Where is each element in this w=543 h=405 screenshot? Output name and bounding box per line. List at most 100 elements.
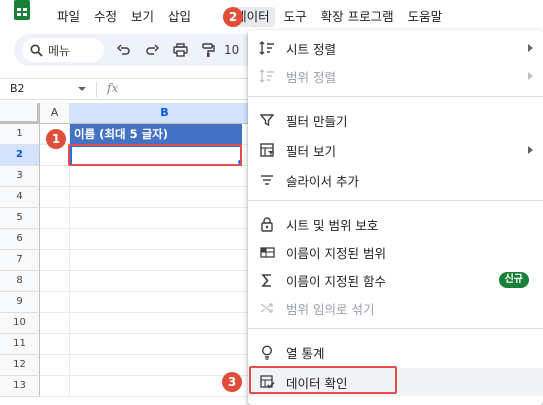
redo-icon[interactable]	[140, 38, 164, 62]
sheets-logo-icon[interactable]	[14, 0, 30, 20]
annotation-highlight-data-validation	[249, 366, 397, 394]
filter-view-icon	[258, 141, 276, 159]
menu-divider	[248, 200, 543, 201]
slicer-icon	[258, 171, 276, 189]
table-row	[40, 229, 260, 250]
table-row	[40, 250, 260, 271]
menu-item-label: 이름이 지정된 함수	[286, 273, 386, 289]
menu-item-label: 슬라이서 추가	[286, 173, 359, 189]
menu-file[interactable]: 파일	[52, 7, 85, 27]
menu-item-label: 범위 정렬	[286, 69, 336, 85]
cell[interactable]	[40, 229, 70, 250]
menu-item-label: 필터 만들기	[286, 113, 348, 129]
step-badge-3: 3	[222, 372, 242, 392]
menu-item-protect-sheets[interactable]: 시트 및 범위 보호	[248, 210, 543, 238]
cell[interactable]	[40, 187, 70, 208]
search-icon	[30, 43, 43, 57]
row-header[interactable]: 2	[0, 145, 40, 166]
menu-item-named-functions[interactable]: 이름이 지정된 함수 신규	[248, 266, 543, 294]
row-header[interactable]: 8	[0, 271, 40, 292]
row-header[interactable]: 6	[0, 229, 40, 250]
named-range-icon	[258, 243, 276, 261]
lock-icon	[258, 215, 276, 233]
divider	[96, 82, 97, 97]
filter-icon	[258, 111, 276, 129]
zoom-level[interactable]: 10	[224, 43, 239, 57]
menu-extensions[interactable]: 확장 프로그램	[316, 7, 399, 27]
cell[interactable]	[40, 355, 70, 376]
column-header-a[interactable]: A	[40, 103, 70, 124]
submenu-arrow-icon	[528, 44, 533, 52]
row-header[interactable]: 13	[0, 376, 40, 397]
menu-edit[interactable]: 수정	[89, 7, 122, 27]
menu-item-column-stats[interactable]: 열 통계	[248, 338, 543, 366]
fx-icon: fx	[107, 81, 119, 95]
row-header[interactable]: 1	[0, 124, 40, 145]
shuffle-icon	[258, 299, 276, 317]
row-header[interactable]: 12	[0, 355, 40, 376]
menu-tools[interactable]: 도구	[279, 7, 312, 27]
row-header[interactable]: 4	[0, 187, 40, 208]
spreadsheet-grid[interactable]: A B 1 2 3 4 5 6 7 8 9 10 11 12 13 이름 (최대…	[0, 103, 260, 405]
search-label: 메뉴	[48, 43, 71, 58]
menu-item-label: 시트 정렬	[286, 41, 336, 57]
menu-item-sort-range: 범위 정렬	[248, 62, 543, 90]
table-row	[40, 208, 260, 229]
menu-item-label: 범위 임의로 섞기	[286, 301, 375, 317]
menu-item-filter-view[interactable]: 필터 보기	[248, 136, 543, 164]
table-row	[40, 313, 260, 334]
sort-range-icon	[258, 67, 276, 85]
annotation-highlight-b2	[68, 144, 242, 166]
table-row	[40, 166, 260, 187]
row-header[interactable]: 3	[0, 166, 40, 187]
data-menu-dropdown: 시트 정렬 범위 정렬 필터 만들기 필터 보기 슬라이서 추가 시트 및 범위…	[248, 30, 543, 405]
menu-divider	[248, 328, 543, 329]
row-header[interactable]: 5	[0, 208, 40, 229]
cell[interactable]	[40, 376, 70, 397]
menu-bar: 파일 수정 보기 삽입 데이터 도구 확장 프로그램 도움말	[52, 6, 451, 28]
menu-item-sort-sheet[interactable]: 시트 정렬	[248, 34, 543, 62]
table-row	[40, 334, 260, 355]
new-badge: 신규	[498, 272, 529, 288]
menu-item-label: 열 통계	[286, 345, 325, 361]
undo-icon[interactable]	[112, 38, 136, 62]
table-row	[40, 187, 260, 208]
column-header-b[interactable]: B	[70, 103, 260, 124]
menu-item-label: 필터 보기	[286, 143, 336, 159]
bulb-icon	[258, 343, 276, 361]
submenu-arrow-icon	[528, 72, 533, 80]
table-row	[40, 271, 260, 292]
cell[interactable]	[40, 271, 70, 292]
cell[interactable]	[40, 166, 70, 187]
cell-b1-header[interactable]: 이름 (최대 5 글자)	[70, 124, 242, 145]
submenu-arrow-icon	[528, 146, 533, 154]
row-header[interactable]: 9	[0, 292, 40, 313]
print-icon[interactable]	[168, 38, 192, 62]
menu-item-named-ranges[interactable]: 이름이 지정된 범위	[248, 238, 543, 266]
menu-divider	[248, 96, 543, 97]
name-box-dropdown-icon[interactable]	[78, 87, 86, 91]
name-box[interactable]: B2	[10, 82, 25, 95]
cell[interactable]	[40, 292, 70, 313]
menu-item-create-filter[interactable]: 필터 만들기	[248, 106, 543, 134]
sigma-icon	[258, 271, 276, 289]
cell[interactable]	[40, 250, 70, 271]
menu-item-add-slicer[interactable]: 슬라이서 추가	[248, 166, 543, 194]
cell[interactable]	[40, 334, 70, 355]
cell[interactable]	[40, 313, 70, 334]
step-badge-2: 2	[223, 7, 243, 27]
search-menus[interactable]: 메뉴	[22, 38, 104, 62]
cell[interactable]	[40, 208, 70, 229]
menu-help[interactable]: 도움말	[403, 7, 448, 27]
table-row	[40, 292, 260, 313]
toolbar: 메뉴 10	[14, 34, 274, 66]
row-header[interactable]: 11	[0, 334, 40, 355]
menu-item-randomize-range: 범위 임의로 섞기	[248, 294, 543, 322]
step-badge-1: 1	[46, 129, 66, 149]
menu-insert[interactable]: 삽입	[163, 7, 196, 27]
paint-format-icon[interactable]	[196, 38, 220, 62]
select-all-corner[interactable]	[0, 103, 40, 124]
row-header[interactable]: 10	[0, 313, 40, 334]
menu-view[interactable]: 보기	[126, 7, 159, 27]
row-header[interactable]: 7	[0, 250, 40, 271]
